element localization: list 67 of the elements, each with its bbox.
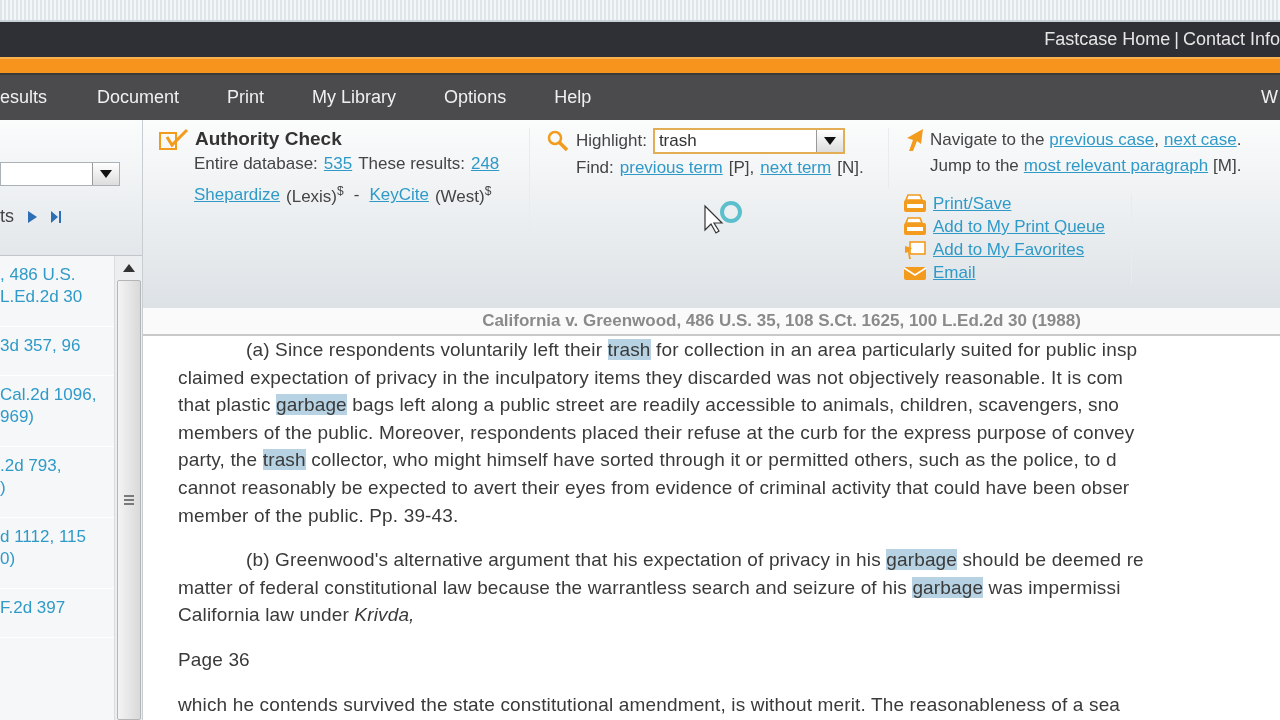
last-icon[interactable] xyxy=(50,209,62,224)
document-line: California law under Krivda, xyxy=(178,603,416,628)
jump-text: Jump to the xyxy=(930,156,1019,176)
paragraph-link[interactable]: most relevant paragraph xyxy=(1023,156,1209,176)
previous-term-link[interactable]: previous term xyxy=(619,158,723,178)
folder-pin-icon xyxy=(903,240,927,260)
document-line: Page 36 xyxy=(178,647,251,672)
menu-item[interactable]: Options xyxy=(420,87,531,108)
count-label: These results: xyxy=(358,154,465,174)
punctuation-text: . xyxy=(1236,130,1242,150)
navigate-text: Navigate to the xyxy=(930,130,1045,150)
menu-item[interactable]: Help xyxy=(530,87,616,108)
printer-icon xyxy=(903,194,927,214)
document-line: (a) Since respondents voluntarily left their trash for collection in an area particularly suited for public insp xyxy=(245,338,1139,362)
citation-text: California v. Greenwood, 486 U.S. 35, 108 S.Ct. 1625, 100 L.Ed.2d 30 (1988) xyxy=(143,308,1280,336)
document-line: claimed expectation of privacy in the inculpatory items they discarded was not objectively reasonable. It is com xyxy=(178,365,1125,390)
section-title: Authority Check xyxy=(195,128,342,150)
menu-item[interactable]: Document xyxy=(73,87,204,108)
document-line: that plastic garbage bags left along a public street are readily accessible to animals, children, scavengers, sno xyxy=(178,393,1121,418)
menu-item[interactable]: Print xyxy=(203,87,289,108)
separator-text: | xyxy=(1174,29,1179,50)
document-line: member of the public. Pp. 39-43. xyxy=(178,503,460,528)
next-icon[interactable] xyxy=(26,209,38,224)
document-line: matter of federal constitutional law because the warrantless search and seizure of his garbage was impermissi xyxy=(178,575,1122,600)
dropdown-field[interactable] xyxy=(0,162,120,186)
caret-icon xyxy=(823,137,836,145)
count-link[interactable]: 535 xyxy=(323,154,353,174)
printer-icon xyxy=(903,217,927,237)
scroll-up-icon[interactable] xyxy=(122,264,135,272)
shortcut-text: [N]. xyxy=(837,158,864,178)
shortcut-text: [P], xyxy=(728,158,755,178)
highlight-label: Highlight: xyxy=(576,131,647,151)
punctuation-text: , xyxy=(1154,130,1159,150)
highlight-field[interactable]: trash xyxy=(652,128,845,154)
pager-label: ts xyxy=(0,206,14,227)
next-case-link[interactable]: next case xyxy=(1164,130,1237,150)
find-label: Find: xyxy=(576,158,614,178)
menu-item[interactable]: W xyxy=(1261,87,1278,108)
document-line: members of the public. Moreover, respondents placed their refuse at the curb for the express purpose of convey xyxy=(178,420,1136,445)
provider-text: (West)$^{$}$ xyxy=(434,184,492,207)
previous-case-link[interactable]: previous case xyxy=(1049,130,1155,150)
shortcut-text: [M]. xyxy=(1213,156,1242,176)
service-link[interactable]: KeyCite xyxy=(369,185,429,206)
top-link[interactable]: Fastcase Home xyxy=(1044,29,1171,50)
document-line: which he contends survived the state constitutional amendment, is without merit. The reasonableness of a sea xyxy=(178,692,1122,717)
document-line: cannot reasonably be expected to avert their eyes from evidence of criminal activity that could have been obser xyxy=(178,475,1131,500)
count-label: Entire database: xyxy=(194,154,318,174)
document-line: (b) Greenwood's alternative argument that his expectation of privacy in his garbage should be deemed re xyxy=(245,548,1145,573)
next-term-link[interactable]: next term xyxy=(760,158,832,178)
search-icon xyxy=(546,130,570,152)
action-link[interactable]: Add to My Print Queue xyxy=(933,217,1105,237)
action-link[interactable]: Print/Save xyxy=(933,194,1012,214)
menu-item[interactable]: My Library xyxy=(288,87,421,108)
top-link[interactable]: Contact Info xyxy=(1182,29,1280,50)
provider-text: (Lexis)$^{$}$ xyxy=(286,184,344,207)
separator-text: - xyxy=(353,185,360,206)
check-document-icon xyxy=(159,128,189,150)
caret-icon xyxy=(100,170,112,178)
document-line: party, the trash collector, who might himself have sorted through it or permitted others, such as the police, to d xyxy=(178,448,1118,473)
envelope-icon xyxy=(903,264,927,282)
action-link[interactable]: Add to My Favorites xyxy=(933,240,1085,260)
grip-icon xyxy=(123,495,134,505)
menu-item[interactable]: esults xyxy=(0,87,72,108)
action-link[interactable]: Email xyxy=(933,263,976,283)
count-link[interactable]: 248 xyxy=(470,154,500,174)
service-link[interactable]: Shepardize xyxy=(194,185,280,206)
scrollbar-thumb[interactable] xyxy=(116,280,141,720)
